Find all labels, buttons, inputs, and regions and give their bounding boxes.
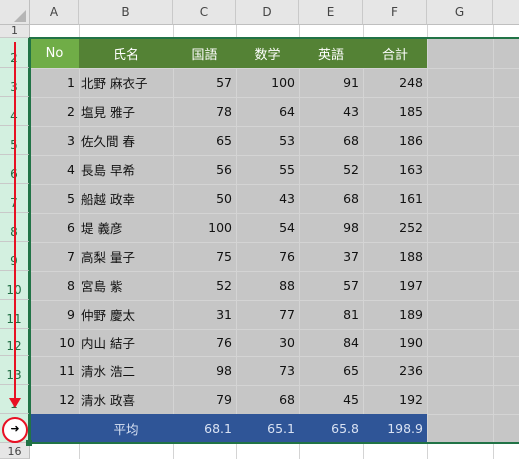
- select-all-triangle-icon: [14, 10, 26, 22]
- selection-border: [29, 37, 519, 444]
- column-header-d[interactable]: D: [236, 0, 299, 25]
- column-header-c[interactable]: C: [173, 0, 236, 25]
- fill-handle[interactable]: [26, 440, 32, 446]
- column-header-b[interactable]: B: [79, 0, 173, 25]
- column-header-a[interactable]: A: [30, 0, 79, 25]
- column-header-g[interactable]: G: [427, 0, 493, 25]
- row-header-1[interactable]: 1: [0, 24, 30, 38]
- column-header-e[interactable]: E: [299, 0, 363, 25]
- column-header-h[interactable]: [493, 0, 519, 25]
- row-select-cursor-icon: ➜: [10, 422, 20, 435]
- column-header-f[interactable]: F: [363, 0, 427, 25]
- drag-arrow-line: [14, 42, 16, 400]
- arrow-down-icon: [9, 398, 21, 408]
